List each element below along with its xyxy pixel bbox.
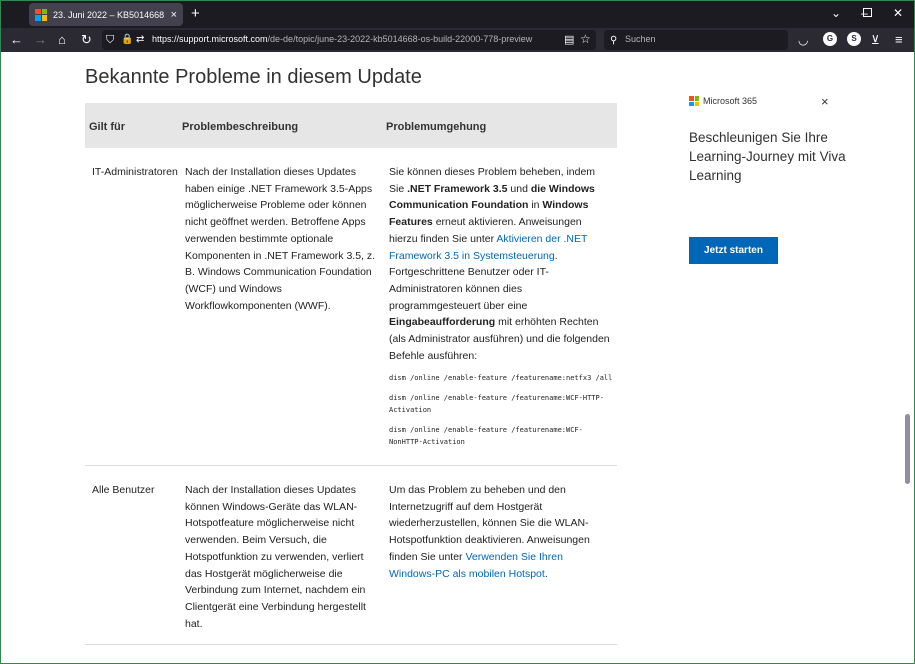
ad-brand-name: Microsoft 365 (703, 96, 758, 106)
page-heading: Bekannte Probleme in diesem Update (85, 66, 422, 88)
extension-icon[interactable]: ⊻ (871, 31, 880, 49)
start-button[interactable]: Jetzt starten (689, 237, 778, 264)
reload-icon[interactable]: ↻ (81, 31, 92, 49)
ad-text: Beschleunigen Sie Ihre Learning-Journey … (689, 130, 846, 183)
tab-title: 23. Juni 2022 – KB5014668 (Betriebssyste… (53, 9, 167, 20)
search-bar[interactable]: ⚲ Suchen (604, 30, 788, 50)
workaround-cell: Sie können dieses Problem beheben, indem… (389, 166, 613, 447)
menu-icon[interactable]: ≡ (895, 31, 903, 49)
table-row: Alle Benutzer Nach der Installation dies… (85, 466, 617, 645)
browser-tab[interactable]: 23. Juni 2022 – KB5014668 (Betriebssyste… (29, 3, 183, 26)
scrollbar-thumb[interactable] (905, 414, 910, 484)
column-header: Problemumgehung (386, 121, 487, 133)
microsoft-logo-icon (35, 8, 47, 21)
url-text[interactable]: https://support.microsoft.com/de-de/topi… (152, 34, 562, 44)
bookmark-star-icon[interactable]: ☆ (580, 30, 591, 48)
home-icon[interactable]: ⌂ (58, 31, 66, 49)
extension-g-icon[interactable]: G (823, 32, 837, 46)
column-header: Problembeschreibung (182, 121, 299, 133)
permissions-icon[interactable]: ⇄ (136, 31, 144, 49)
workaround-cell: Um das Problem zu beheben und den Intern… (389, 484, 590, 580)
applies-to-cell: Alle Benutzer (92, 484, 155, 496)
column-header: Gilt für (89, 121, 126, 133)
table-row: IT-Administratoren Nach der Installation… (85, 148, 617, 466)
tab-strip: 23. Juni 2022 – KB5014668 (Betriebssyste… (1, 1, 914, 28)
close-icon[interactable]: × (821, 94, 829, 109)
applies-to-cell: IT-Administratoren (92, 166, 178, 178)
url-bar[interactable]: ⛉ 🔒 ⇄ https://support.microsoft.com/de-d… (102, 30, 596, 50)
command-line: dism /online /enable-feature /featurenam… (389, 394, 604, 415)
reader-view-icon[interactable]: ▤ (564, 31, 574, 49)
command-line: dism /online /enable-feature /featurenam… (389, 374, 613, 383)
new-tab-button[interactable]: + (191, 5, 200, 23)
tab-close-icon[interactable]: × (171, 9, 177, 21)
browser-window: 23. Juni 2022 – KB5014668 (Betriebssyste… (0, 0, 915, 664)
description-cell: Nach der Installation dieses Updates hab… (185, 166, 376, 312)
microsoft-logo-icon (689, 96, 699, 106)
close-window-icon[interactable]: ✕ (893, 5, 903, 21)
search-input[interactable]: Suchen (625, 34, 656, 44)
known-issues-table: Gilt für Problembeschreibung Problemumge… (85, 103, 617, 645)
lock-icon[interactable]: 🔒 (121, 31, 133, 49)
command-line: dism /online /enable-feature /featurenam… (389, 426, 583, 447)
chevron-down-icon[interactable]: ⌄ (831, 5, 841, 21)
shield-icon[interactable]: ⛉ (106, 31, 114, 49)
pocket-icon[interactable]: ◡ (798, 31, 808, 49)
search-icon: ⚲ (610, 35, 618, 46)
extension-s-icon[interactable]: S (847, 32, 861, 46)
ad-brand: Microsoft 365 (689, 96, 757, 106)
back-icon[interactable]: ← (10, 31, 23, 49)
forward-icon[interactable]: → (34, 31, 47, 49)
description-cell: Nach der Installation dieses Updates kön… (185, 484, 366, 630)
navigation-bar: ← → ⌂ ↻ ⛉ 🔒 ⇄ https://support.microsoft.… (1, 28, 914, 52)
page-content: Bekannte Probleme in diesem Update Gilt … (1, 52, 914, 663)
table-header: Gilt für Problembeschreibung Problemumge… (85, 103, 617, 148)
